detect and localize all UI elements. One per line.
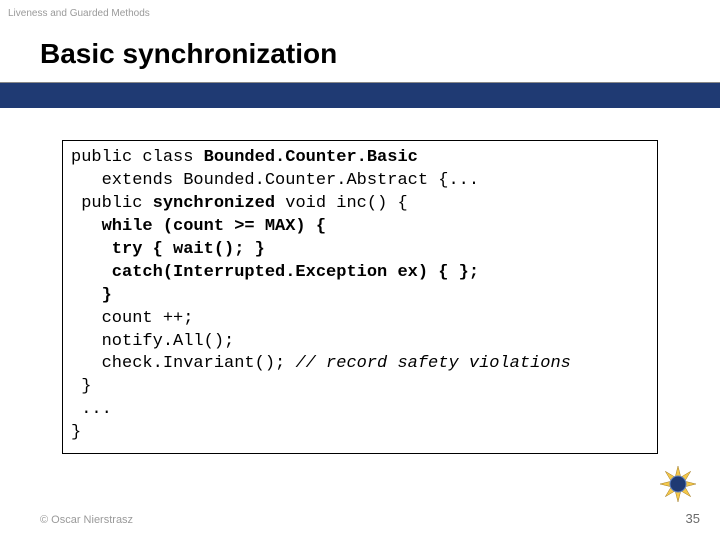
code-block: public class Bounded.Counter.Basic exten…: [62, 140, 658, 454]
sunburst-icon: [658, 464, 698, 504]
title-bar: [0, 82, 720, 108]
code-line-13: }: [71, 423, 81, 442]
code-line-11: }: [71, 377, 91, 396]
code-line-7: }: [71, 286, 112, 305]
page-number: 35: [686, 511, 700, 526]
code-line-2: extends Bounded.Counter.Abstract {...: [71, 171, 479, 190]
footer-copyright: © Oscar Nierstrasz: [40, 514, 133, 526]
code-line-3c: void inc() {: [275, 194, 408, 213]
page-title: Basic synchronization: [40, 38, 337, 70]
code-line-1b: Bounded.Counter.Basic: [204, 148, 418, 167]
code-line-12: ...: [71, 400, 112, 419]
breadcrumb: Liveness and Guarded Methods: [8, 8, 150, 19]
code-line-10b-comment: // record safety violations: [295, 354, 570, 373]
code-line-1a: public class: [71, 148, 204, 167]
code-line-6: catch(Interrupted.Exception ex) { };: [71, 263, 479, 282]
code-line-3b: synchronized: [153, 194, 275, 213]
code-line-3a: public: [71, 194, 153, 213]
code-line-8: count ++;: [71, 309, 193, 328]
code-line-4: while (count >= MAX) {: [71, 217, 326, 236]
code-line-10a: check.Invariant();: [71, 354, 295, 373]
code-line-9: notify.All();: [71, 332, 234, 351]
code-line-5: try { wait(); }: [71, 240, 265, 259]
